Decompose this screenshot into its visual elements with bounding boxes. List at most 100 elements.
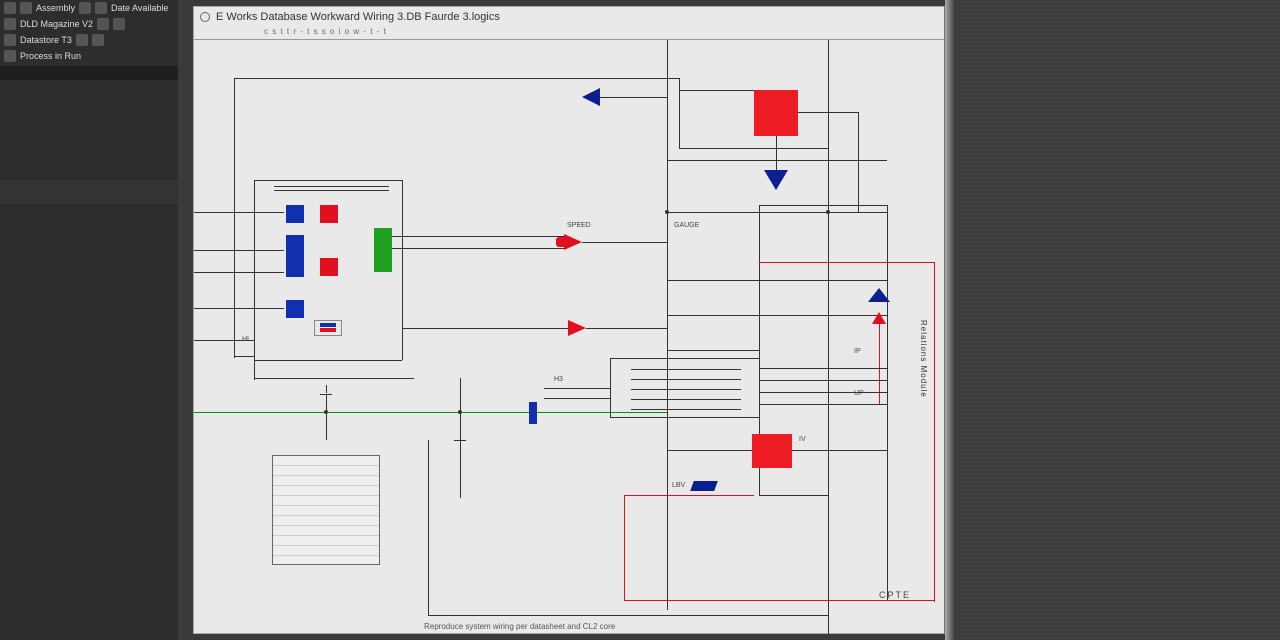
target-icon: [200, 12, 210, 22]
label-lbv: LBV: [672, 482, 685, 489]
sidebar-item-label: Assembly: [36, 3, 75, 13]
sidebar-item-label: Datastore T3: [20, 35, 72, 45]
wire-h: [760, 404, 887, 405]
diagram-canvas[interactable]: E Works Database Workward Wiring 3.DB Fa…: [193, 6, 945, 634]
wire-h: [392, 248, 567, 249]
wire-h: [194, 308, 284, 309]
wire-h-red: [624, 495, 754, 496]
legend-box: [314, 320, 342, 336]
arrow-blue-down-icon: [764, 170, 788, 190]
wire-h: [254, 378, 414, 379]
wire-v: [887, 205, 888, 600]
window-title: E Works Database Workward Wiring 3.DB Fa…: [216, 11, 500, 23]
wire-v: [679, 78, 680, 148]
sidebar-item-extra: Date Available: [111, 3, 168, 13]
wire-h: [667, 450, 752, 451]
port-label: IV: [799, 436, 806, 443]
red-lozenge: [556, 237, 570, 247]
arrow-red-up-icon: [872, 312, 886, 324]
cog-icon: [97, 18, 109, 30]
label-speed: SPEED: [567, 222, 591, 229]
sidebar-section-break: [0, 180, 178, 204]
folder-icon: [4, 2, 16, 14]
wire-h: [667, 160, 887, 161]
list-icon: [95, 2, 107, 14]
wire-h: [667, 280, 887, 281]
tag-blue-icon: [692, 481, 716, 494]
wire-h: [402, 328, 572, 329]
wire-h: [234, 356, 254, 357]
canvas-shadow: [945, 0, 955, 640]
wire-h: [194, 272, 284, 273]
block-green-1[interactable]: [374, 228, 392, 272]
bus-block[interactable]: [610, 358, 760, 418]
db-icon: [4, 34, 16, 46]
wire-v-guide-2: [828, 40, 829, 635]
wire-h: [254, 360, 402, 361]
wire-h: [759, 495, 828, 496]
wire-h: [600, 97, 667, 98]
wire-h: [274, 190, 389, 191]
wire-h: [631, 409, 741, 410]
block-red-top[interactable]: [754, 90, 798, 136]
gear-icon: [20, 2, 32, 14]
label-cpte: CPTE: [879, 590, 911, 600]
wire-h: [631, 369, 741, 370]
wire-v: [402, 180, 403, 360]
wire-h: [631, 379, 741, 380]
block-red-bottom[interactable]: [752, 434, 792, 468]
label-gauge: GAUGE: [674, 222, 699, 229]
sidebar-item-magazine[interactable]: DLD Magazine V2: [0, 16, 178, 32]
table-icon: [92, 34, 104, 46]
wire-h-red: [759, 262, 934, 263]
port-label: IP: [854, 348, 861, 355]
sidebar-item-assembly[interactable]: Assembly Date Available: [0, 0, 178, 16]
sidebar-panel: Assembly Date Available DLD Magazine V2 …: [0, 0, 178, 640]
refresh-icon: [79, 2, 91, 14]
wire-v: [858, 112, 859, 212]
arrow-red-right-icon: [568, 320, 586, 336]
wire-v: [460, 378, 461, 498]
run-icon: [4, 50, 16, 62]
wire-h-red: [624, 600, 934, 601]
wire-v: [776, 136, 777, 171]
wire-h: [631, 389, 741, 390]
window-title-bar: E Works Database Workward Wiring 3.DB Fa…: [194, 7, 944, 27]
wire-v: [428, 440, 429, 615]
wire-v-guide-1: [667, 40, 668, 610]
wire-v: [326, 385, 327, 393]
sidebar-item-datastore[interactable]: Datastore T3: [0, 32, 178, 48]
sidebar-divider: [0, 66, 178, 80]
wire-h: [274, 186, 389, 187]
wire-h: [254, 180, 402, 181]
notes-block[interactable]: [272, 455, 380, 565]
window-subtitle: c s t t r - t s s o i o w - t - t: [194, 27, 944, 39]
grid-icon: [76, 34, 88, 46]
right-panel: [955, 0, 1280, 640]
sidebar-item-process[interactable]: Process in Run: [0, 48, 178, 64]
block-blue-1[interactable]: [286, 205, 304, 223]
wire-h: [667, 350, 759, 351]
wire-h: [631, 399, 741, 400]
wire-h: [392, 236, 567, 237]
wire-h: [194, 212, 284, 213]
diagram-area[interactable]: HI SPEED GAUGE: [194, 40, 944, 632]
vertical-label: Relations Module: [919, 320, 928, 398]
wire-v: [254, 180, 255, 380]
block-blue-3[interactable]: [286, 300, 304, 318]
legend-blue: [320, 323, 336, 327]
block-red-1[interactable]: [320, 205, 338, 223]
wire-h: [194, 250, 284, 251]
arrow-blue-left-icon: [582, 88, 600, 106]
wire-v: [326, 395, 327, 440]
wire-v: [234, 78, 235, 358]
legend-red: [320, 328, 336, 332]
block-blue-mid[interactable]: [529, 402, 537, 424]
wire-h: [544, 398, 610, 399]
wire-h-green: [194, 412, 667, 413]
block-red-2[interactable]: [320, 258, 338, 276]
wire-h: [428, 615, 828, 616]
sidebar-item-label: DLD Magazine V2: [20, 19, 93, 29]
wire-h: [582, 242, 667, 243]
block-blue-2[interactable]: [286, 235, 304, 277]
